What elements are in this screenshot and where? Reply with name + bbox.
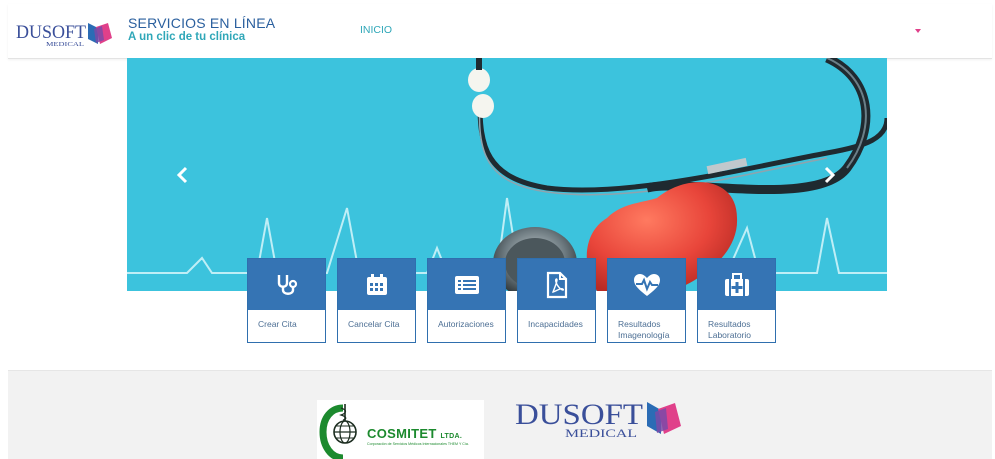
list-document-icon bbox=[454, 275, 479, 294]
cosmitet-emblem-icon bbox=[319, 404, 357, 459]
cosmitet-tagline: Corporación de Servicios Médicos Interna… bbox=[367, 442, 469, 446]
heart-pulse-icon bbox=[633, 273, 660, 296]
stethoscope-icon bbox=[277, 274, 297, 295]
hero-image bbox=[127, 58, 887, 291]
chevron-left-icon bbox=[176, 166, 188, 184]
top-navbar: DUSOFT MEDICAL SERVICIOS EN LÍNEA A un c… bbox=[8, 4, 992, 59]
carousel-next-button[interactable] bbox=[819, 162, 841, 188]
tile-resultados-imagenologia[interactable]: Resultados Imagenología bbox=[607, 258, 686, 343]
nav-home-link[interactable]: INICIO bbox=[360, 24, 392, 36]
tile-label: Resultados Laboratorio bbox=[708, 319, 752, 340]
hero-carousel bbox=[127, 58, 887, 291]
carousel-prev-button[interactable] bbox=[171, 162, 193, 188]
tile-cancelar-cita[interactable]: Cancelar Cita bbox=[337, 258, 416, 343]
pdf-file-icon bbox=[546, 271, 567, 298]
cosmitet-logo: COSMITET LTDA. Corporación de Servicios … bbox=[317, 400, 484, 459]
dusoft-medical-footer-logo: DUSOFT MEDICAL bbox=[515, 398, 681, 440]
footer-logo-tagline: MEDICAL bbox=[565, 426, 637, 440]
tile-label: Resultados Imagenología bbox=[618, 319, 670, 340]
footer: COSMITET LTDA. Corporación de Servicios … bbox=[8, 370, 992, 459]
page-subtitle: A un clic de tu clínica bbox=[128, 31, 246, 43]
tile-label: Crear Cita bbox=[258, 319, 297, 329]
chevron-right-icon bbox=[824, 166, 836, 184]
cosmitet-name: COSMITET bbox=[367, 426, 437, 441]
logo-word: DUSOFT bbox=[16, 22, 86, 43]
tile-crear-cita[interactable]: Crear Cita bbox=[247, 258, 326, 343]
calendar-icon bbox=[366, 273, 387, 295]
tile-resultados-laboratorio[interactable]: Resultados Laboratorio bbox=[697, 258, 776, 343]
tile-label: Cancelar Cita bbox=[348, 319, 400, 329]
tile-incapacidades[interactable]: Incapacidades bbox=[517, 258, 596, 343]
medical-kit-icon bbox=[724, 272, 749, 296]
cosmitet-suffix: LTDA. bbox=[440, 433, 463, 440]
caret-down-icon[interactable] bbox=[914, 28, 922, 34]
tile-label: Incapacidades bbox=[528, 319, 583, 329]
tile-label: Autorizaciones bbox=[438, 319, 494, 329]
dusoft-medical-logo[interactable]: DUSOFT MEDICAL bbox=[16, 18, 114, 48]
tile-autorizaciones[interactable]: Autorizaciones bbox=[427, 258, 506, 343]
page-title: SERVICIOS EN LÍNEA bbox=[128, 15, 276, 31]
logo-tagline: MEDICAL bbox=[46, 41, 84, 48]
